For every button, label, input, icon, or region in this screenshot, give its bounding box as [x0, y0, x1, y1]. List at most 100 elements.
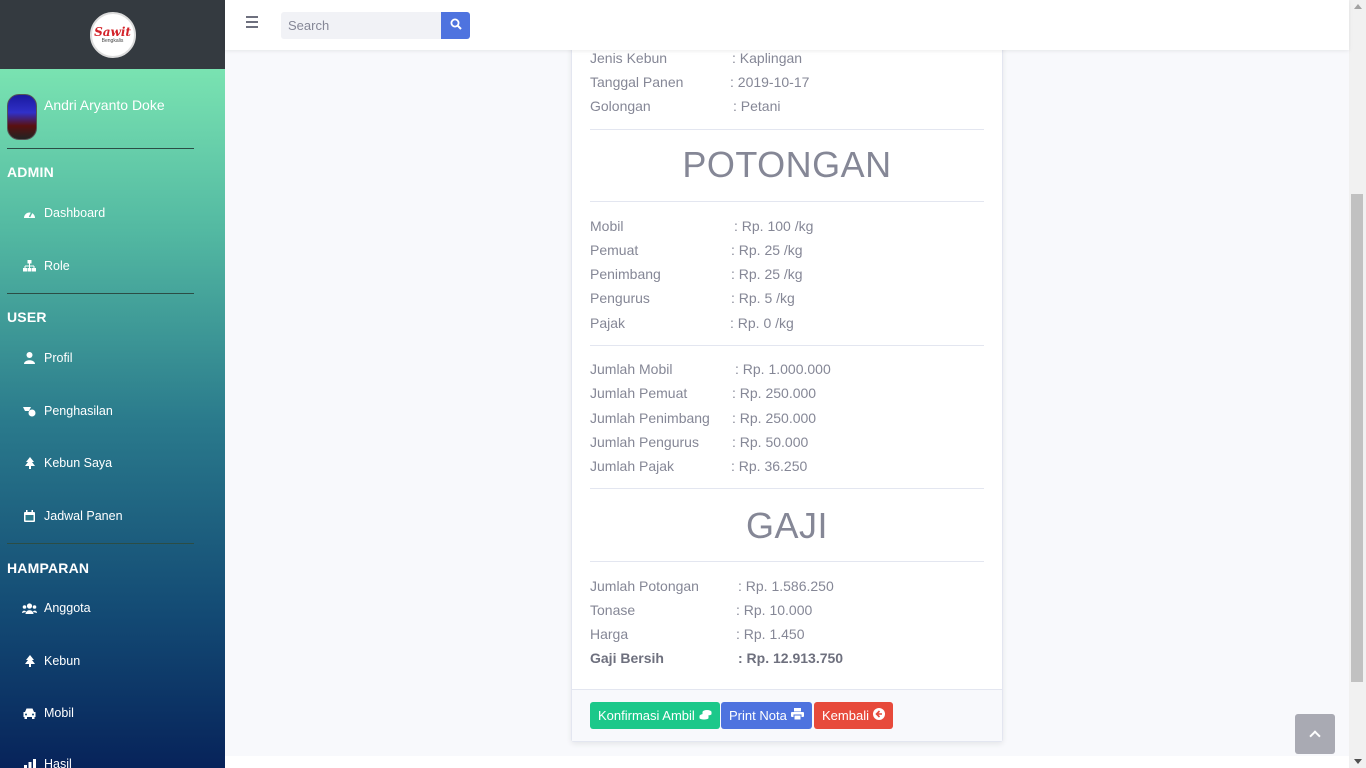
- search-icon: [450, 17, 462, 35]
- gaji-label: Gaji Bersih: [590, 650, 664, 666]
- gaji-title: GAJI: [745, 505, 828, 546]
- sidebar-item-dashboard[interactable]: Dashboard: [22, 206, 105, 220]
- button-label: Konfirmasi Ambil: [598, 708, 695, 723]
- back-button[interactable]: Kembali: [814, 702, 893, 729]
- jumlah-label: Jumlah Mobil: [590, 361, 673, 377]
- info-value: : Kaplingan: [732, 50, 803, 66]
- sidebar-item-hasil[interactable]: Hasil: [22, 757, 72, 768]
- potongan-label: Penimbang: [590, 266, 661, 282]
- potongan-label: Pengurus: [590, 290, 650, 306]
- sidebar-item-penghasilan[interactable]: Penghasilan: [22, 404, 113, 418]
- arrow-circle-left-icon: [872, 708, 885, 723]
- money-icon: [22, 406, 37, 417]
- sitemap-icon: [22, 260, 37, 272]
- divider: [590, 345, 984, 346]
- gaji-value: : Rp. 1.450: [736, 626, 805, 642]
- jumlah-value: : Rp. 250.000: [732, 410, 817, 426]
- money-stack-icon: [699, 709, 712, 723]
- jumlah-label: Jumlah Pemuat: [590, 385, 688, 401]
- sidebar-item-anggota[interactable]: Anggota: [22, 601, 91, 615]
- gaji-value: : Rp. 12.913.750: [738, 650, 844, 666]
- topbar: [225, 0, 1349, 50]
- user-name: Andri Aryanto Doke: [44, 97, 165, 113]
- gaji-label: Jumlah Potongan: [590, 578, 699, 594]
- sidebar-item-label: Jadwal Panen: [44, 509, 123, 523]
- tree-icon: [22, 457, 37, 469]
- sidebar-item-label: Mobil: [44, 706, 74, 720]
- sidebar-item-label: Profil: [44, 351, 73, 365]
- jumlah-value: : Rp. 50.000: [732, 434, 809, 450]
- calendar-icon: [22, 510, 37, 522]
- sidebar-item-kebun[interactable]: Kebun: [22, 654, 80, 668]
- info-label: Tanggal Panen: [590, 74, 684, 90]
- print-icon: [790, 708, 804, 723]
- divider: [590, 561, 984, 562]
- gaji-value: : Rp. 1.586.250: [738, 578, 834, 594]
- avatar: [7, 94, 37, 140]
- jumlah-value: : Rp. 36.250: [731, 458, 808, 474]
- potongan-title: POTONGAN: [682, 144, 892, 185]
- sidebar-item-label: Penghasilan: [44, 404, 113, 418]
- potongan-value: : Rp. 25 /kg: [731, 242, 803, 258]
- info-label: Golongan: [590, 98, 651, 114]
- users-icon: [22, 602, 37, 614]
- sidebar-item-label: Hasil: [44, 757, 72, 768]
- logo-subtext: Bengkalis: [101, 37, 124, 44]
- brand-logo[interactable]: Sawit Bengkalis: [89, 11, 136, 58]
- scroll-thumb[interactable]: [1351, 194, 1363, 682]
- sidebar-item-label: Role: [44, 259, 70, 273]
- sidebar-item-label: Dashboard: [44, 206, 106, 220]
- sidebar-item-mobil[interactable]: Mobil: [22, 706, 74, 720]
- car-icon: [22, 708, 37, 719]
- gaji-label: Harga: [590, 626, 629, 642]
- tree-icon: [22, 655, 37, 667]
- tachometer-icon: [22, 208, 37, 219]
- info-value: : Petani: [733, 98, 781, 114]
- nota-card: Jenis Kebun: Kaplingan Tanggal Panen: 20…: [571, 40, 1003, 742]
- potongan-value: : Rp. 0 /kg: [730, 315, 794, 331]
- divider: [590, 488, 984, 489]
- sidebar-divider: [7, 148, 194, 149]
- footer-strip: [225, 756, 1349, 768]
- sidebar-item-label: Kebun: [44, 654, 81, 668]
- jumlah-value: : Rp. 1.000.000: [735, 361, 831, 377]
- sidebar-item-profil[interactable]: Profil: [22, 351, 72, 365]
- sidebar-toggle-icon[interactable]: [246, 16, 258, 28]
- sidebar: Sawit Bengkalis Andri Aryanto Doke ADMIN…: [0, 0, 225, 768]
- sidebar-divider: [7, 543, 194, 544]
- search-button[interactable]: [441, 12, 470, 39]
- print-nota-button[interactable]: Print Nota: [721, 702, 812, 729]
- jumlah-label: Jumlah Pajak: [590, 458, 675, 474]
- potongan-value: : Rp. 25 /kg: [731, 266, 803, 282]
- chevron-up-icon: [1309, 730, 1321, 742]
- info-value: : 2019-10-17: [730, 74, 810, 90]
- sidebar-item-kebun-saya[interactable]: Kebun Saya: [22, 456, 112, 470]
- button-label: Kembali: [822, 708, 869, 723]
- potongan-label: Pemuat: [590, 242, 639, 258]
- sidebar-item-role[interactable]: Role: [22, 259, 70, 273]
- jumlah-label: Jumlah Pengurus: [590, 434, 699, 450]
- scroll-up-icon[interactable]: [1354, 4, 1362, 9]
- sidebar-heading-hamparan: HAMPARAN: [7, 560, 90, 576]
- sidebar-item-label: Kebun Saya: [44, 456, 113, 470]
- sidebar-item-jadwal-panen[interactable]: Jadwal Panen: [22, 509, 123, 523]
- sidebar-heading-admin: ADMIN: [7, 164, 54, 180]
- potongan-value: : Rp. 100 /kg: [734, 218, 814, 234]
- gaji-label: Tonase: [590, 602, 636, 618]
- potongan-label: Mobil: [590, 218, 624, 234]
- search-input[interactable]: [281, 12, 441, 39]
- scroll-to-top-button[interactable]: [1295, 714, 1335, 754]
- logo-text: Sawit: [94, 24, 131, 39]
- divider: [590, 129, 984, 130]
- card-footer: Konfirmasi Ambil Print Nota Kembali: [572, 689, 1002, 741]
- sidebar-divider: [7, 293, 194, 294]
- potongan-label: Pajak: [590, 315, 626, 331]
- confirm-pickup-button[interactable]: Konfirmasi Ambil: [590, 702, 720, 729]
- sidebar-brand[interactable]: Sawit Bengkalis: [0, 0, 225, 69]
- scroll-down-icon[interactable]: [1354, 759, 1362, 764]
- divider: [590, 201, 984, 202]
- page-scrollbar[interactable]: [1349, 0, 1366, 768]
- jumlah-label: Jumlah Penimbang: [590, 410, 710, 426]
- sidebar-item-label: Anggota: [44, 601, 91, 615]
- sidebar-heading-user: USER: [7, 309, 47, 325]
